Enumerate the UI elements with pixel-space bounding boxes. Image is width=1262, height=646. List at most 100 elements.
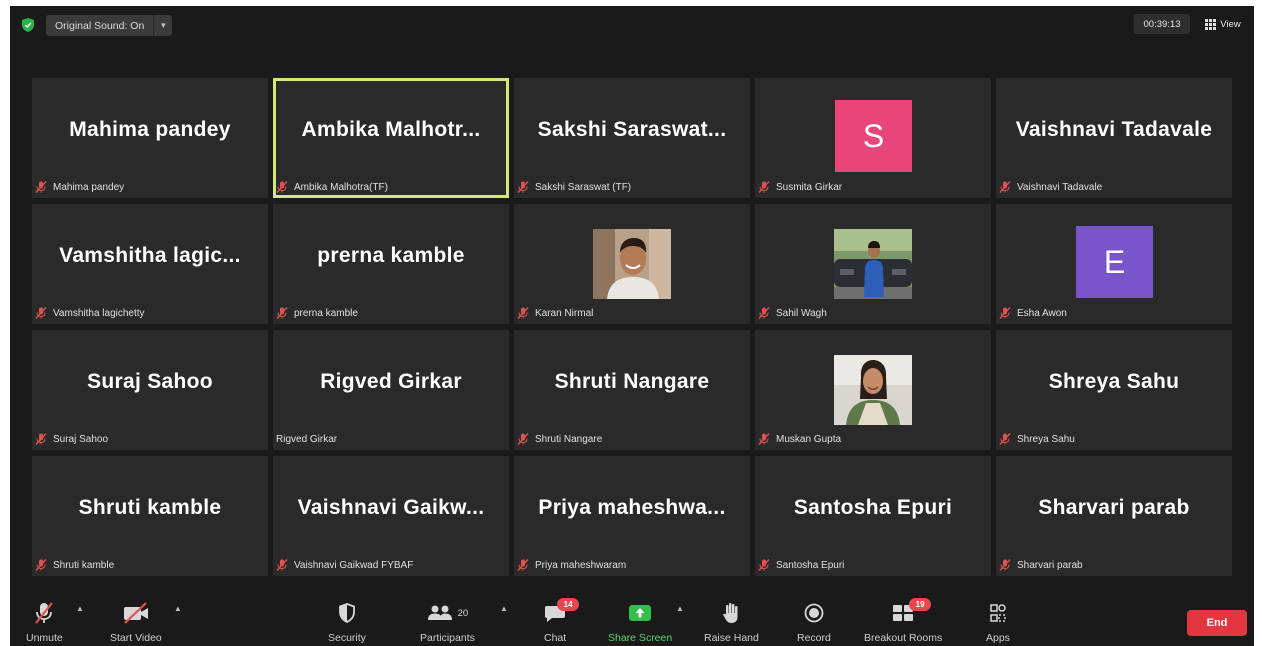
apps-button[interactable]: Apps xyxy=(986,600,1010,644)
meeting-window: Original Sound: On ▼ 00:39:13 View Mahim… xyxy=(10,6,1254,646)
participant-tile[interactable]: Rigved Girkar Rigved Girkar xyxy=(273,330,509,450)
participant-nameplate: Shruti Nangare xyxy=(517,431,606,447)
security-button[interactable]: Security xyxy=(328,600,366,644)
participant-tile[interactable]: Sahil Wagh xyxy=(755,204,991,324)
muted-mic-icon xyxy=(517,559,529,571)
breakout-rooms-button[interactable]: 19 Breakout Rooms xyxy=(864,598,942,644)
record-label: Record xyxy=(797,632,831,644)
participant-tile[interactable]: Shruti Nangare Shruti Nangare xyxy=(514,330,750,450)
end-meeting-button[interactable]: End xyxy=(1187,610,1247,636)
breakout-rooms-badge: 19 xyxy=(909,598,932,611)
muted-mic-icon xyxy=(35,307,47,319)
muted-mic-icon xyxy=(35,559,47,571)
chat-label: Chat xyxy=(544,632,567,644)
participant-tile[interactable]: Vamshitha lagic... Vamshitha lagichetty xyxy=(32,204,268,324)
apps-icon xyxy=(990,604,1006,622)
view-button[interactable]: View xyxy=(1198,14,1248,34)
share-screen-button[interactable]: Share Screen xyxy=(608,600,672,644)
participant-nameplate: Santosha Epuri xyxy=(758,557,848,573)
record-icon xyxy=(804,603,824,623)
participant-tile[interactable]: Vaishnavi Tadavale Vaishnavi Tadavale xyxy=(996,78,1232,198)
participant-tile[interactable]: prerna kamble prerna kamble xyxy=(273,204,509,324)
raise-hand-button[interactable]: Raise Hand xyxy=(704,600,759,644)
participant-tile[interactable]: Muskan Gupta xyxy=(755,330,991,450)
participant-nameplate: prerna kamble xyxy=(276,305,362,321)
participant-name-label: Susmita Girkar xyxy=(776,181,843,193)
participant-tile[interactable]: Karan Nirmal xyxy=(514,204,750,324)
participant-tile[interactable]: Santosha Epuri Santosha Epuri xyxy=(755,456,991,576)
share-options-caret-icon[interactable]: ▲ xyxy=(676,604,684,613)
participant-nameplate: Sharvari parab xyxy=(999,557,1087,573)
participant-tile[interactable]: Sakshi Saraswat... Sakshi Saraswat (TF) xyxy=(514,78,750,198)
share-screen-icon xyxy=(629,605,652,621)
grid-view-icon xyxy=(1205,18,1217,30)
meeting-toolbar: Unmute ▲ Start Video ▲ Security 20 Parti… xyxy=(10,592,1254,646)
muted-microphone-icon xyxy=(35,602,54,624)
muted-mic-icon xyxy=(517,181,529,193)
participants-label: Participants xyxy=(420,632,475,644)
participant-display-name: Mahima pandey xyxy=(69,118,231,141)
participant-display-name: Vaishnavi Tadavale xyxy=(1015,118,1213,141)
muted-mic-icon xyxy=(999,181,1011,193)
participant-nameplate: Esha Awon xyxy=(999,305,1071,321)
chevron-down-icon[interactable]: ▼ xyxy=(154,21,172,30)
participant-name-label: Vaishnavi Gaikwad FYBAF xyxy=(294,559,414,571)
original-sound-button[interactable]: Original Sound: On ▼ xyxy=(46,15,173,36)
participant-tile[interactable]: Shreya Sahu Shreya Sahu xyxy=(996,330,1232,450)
security-label: Security xyxy=(328,632,366,644)
participant-tile[interactable]: S Susmita Girkar xyxy=(755,78,991,198)
muted-mic-icon xyxy=(35,433,47,445)
chat-button[interactable]: 14 Chat xyxy=(544,598,580,644)
participant-tile[interactable]: Shruti kamble Shruti kamble xyxy=(32,456,268,576)
audio-options-caret-icon[interactable]: ▲ xyxy=(76,604,84,613)
unmute-label: Unmute xyxy=(26,632,63,644)
participant-video xyxy=(593,229,671,299)
participant-name-label: Sakshi Saraswat (TF) xyxy=(535,181,632,193)
participant-tile[interactable]: Mahima pandey Mahima pandey xyxy=(32,78,268,198)
participant-tile[interactable]: Sharvari parab Sharvari parab xyxy=(996,456,1232,576)
participant-display-name: Priya maheshwa... xyxy=(538,496,726,519)
encryption-shield-icon[interactable] xyxy=(22,18,34,32)
participant-display-name: Ambika Malhotr... xyxy=(301,118,481,141)
participant-name-label: Shruti kamble xyxy=(53,559,115,571)
muted-mic-icon xyxy=(276,181,288,193)
unmute-button[interactable]: Unmute xyxy=(26,600,63,644)
participant-name-label: Shruti Nangare xyxy=(535,433,603,445)
video-options-caret-icon[interactable]: ▲ xyxy=(174,604,182,613)
apps-label: Apps xyxy=(986,632,1010,644)
participants-button[interactable]: 20 Participants xyxy=(420,600,475,644)
participant-nameplate: Vaishnavi Tadavale xyxy=(999,179,1106,195)
participants-caret-icon[interactable]: ▲ xyxy=(500,604,508,613)
muted-mic-icon xyxy=(999,307,1011,319)
participant-name-label: Esha Awon xyxy=(1017,307,1067,319)
participant-display-name: Rigved Girkar xyxy=(320,370,462,393)
active-speaker-tile[interactable]: Ambika Malhotr... Ambika Malhotra(TF) xyxy=(273,78,509,198)
participant-name-label: Ambika Malhotra(TF) xyxy=(294,181,388,193)
participant-tile[interactable]: E Esha Awon xyxy=(996,204,1232,324)
participant-nameplate: Sahil Wagh xyxy=(758,305,831,321)
participant-nameplate: Rigved Girkar xyxy=(276,431,341,447)
security-shield-icon xyxy=(339,603,355,623)
participant-name-label: Santosha Epuri xyxy=(776,559,845,571)
participant-tile[interactable]: Priya maheshwa... Priya maheshwaram xyxy=(514,456,750,576)
chat-badge: 14 xyxy=(557,598,580,611)
participant-nameplate: Muskan Gupta xyxy=(758,431,845,447)
muted-mic-icon xyxy=(758,307,770,319)
participant-name-label: Sahil Wagh xyxy=(776,307,827,319)
participant-tile[interactable]: Suraj Sahoo Suraj Sahoo xyxy=(32,330,268,450)
participant-name-label: Vamshitha lagichetty xyxy=(53,307,145,319)
start-video-button[interactable]: Start Video xyxy=(110,600,162,644)
participant-nameplate: Shreya Sahu xyxy=(999,431,1079,447)
participant-display-name: Vamshitha lagic... xyxy=(59,244,241,267)
record-button[interactable]: Record xyxy=(797,600,831,644)
muted-mic-icon xyxy=(999,433,1011,445)
muted-mic-icon xyxy=(276,559,288,571)
participant-nameplate: Mahima pandey xyxy=(35,179,128,195)
gallery-view: Mahima pandey Mahima pandey Ambika Malhotr… xyxy=(32,78,1234,578)
participant-name-label: Rigved Girkar xyxy=(276,433,338,445)
raise-hand-label: Raise Hand xyxy=(704,632,759,644)
view-label: View xyxy=(1220,18,1241,30)
participant-display-name: Santosha Epuri xyxy=(793,496,953,519)
participant-name-label: prerna kamble xyxy=(294,307,358,319)
participant-tile[interactable]: Vaishnavi Gaikw... Vaishnavi Gaikwad FYBA… xyxy=(273,456,509,576)
